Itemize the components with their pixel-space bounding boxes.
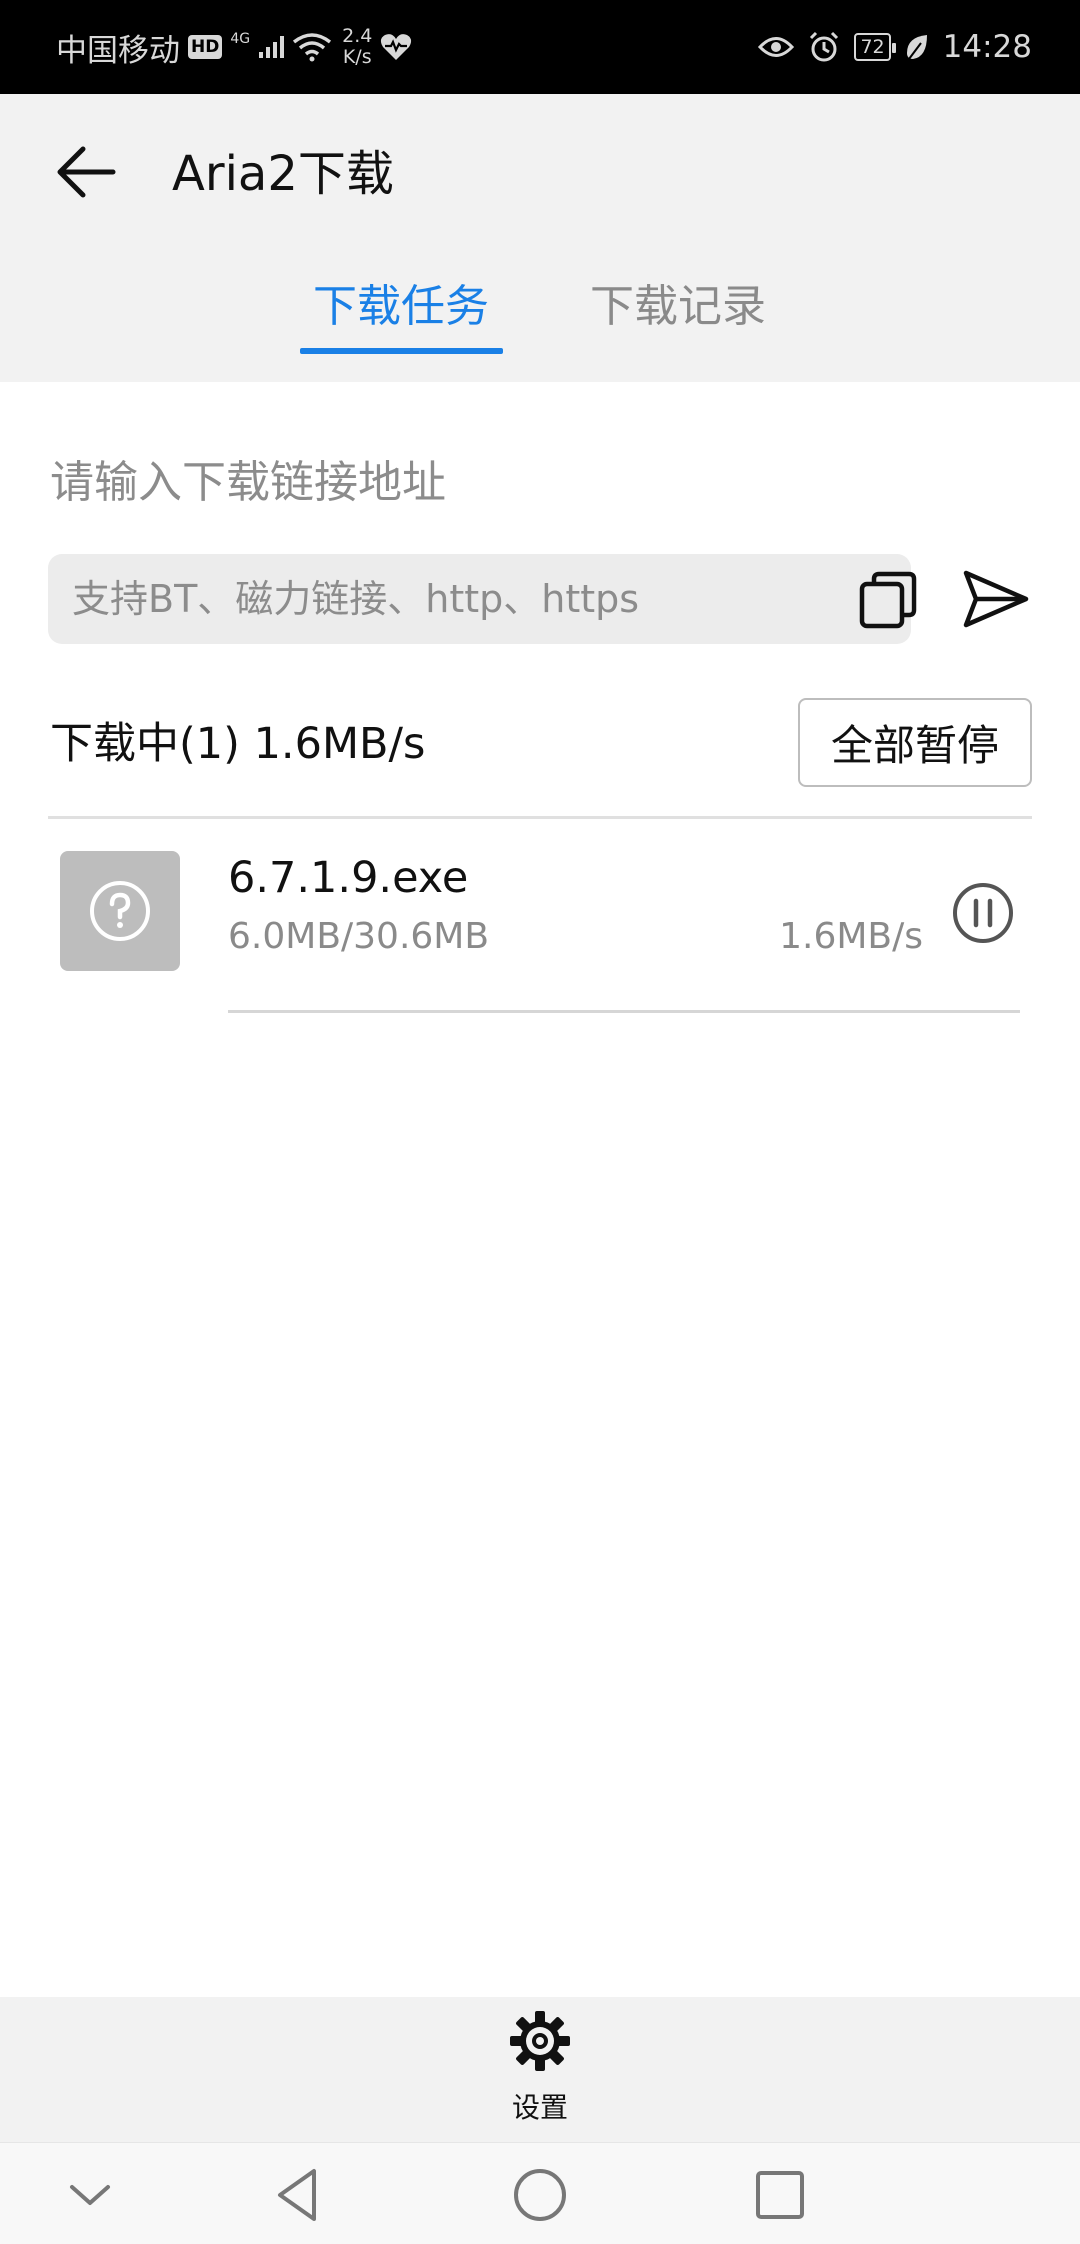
file-thumbnail (60, 851, 180, 971)
active-tab-indicator (300, 348, 503, 354)
status-bar: 中国移动 HD 4G 2.4 K/s 72 14:28 (0, 0, 1080, 94)
pause-icon[interactable] (952, 882, 1014, 944)
divider (228, 1010, 1020, 1013)
network-speed: 2.4 K/s (342, 26, 372, 68)
task-file-name: 6.7.1.9.exe (228, 853, 469, 903)
pause-all-button[interactable]: 全部暂停 (798, 698, 1032, 787)
divider (48, 816, 1032, 819)
page-title: Aria2下载 (172, 146, 394, 202)
clock-time: 14:28 (942, 29, 1032, 65)
system-nav-bar (0, 2142, 1080, 2244)
alarm-icon (810, 31, 839, 62)
chevron-down-icon[interactable] (62, 2167, 118, 2223)
tab-download-history[interactable]: 下载记录 (590, 280, 766, 334)
task-progress-text: 6.0MB/30.6MB (228, 916, 490, 957)
network-speed-value: 2.4 (342, 25, 373, 47)
back-arrow-icon (57, 146, 116, 198)
status-bar-left: 中国移动 HD 4G 2.4 K/s (56, 0, 412, 94)
unknown-file-icon (90, 881, 150, 941)
download-task-item[interactable]: 6.7.1.9.exe 6.0MB/30.6MB 1.6MB/s (0, 820, 1080, 1016)
paste-icon[interactable] (858, 570, 918, 630)
nav-back-icon[interactable] (272, 2167, 328, 2223)
status-bar-right: 72 14:28 (758, 0, 1032, 94)
battery-indicator: 72 (854, 33, 896, 61)
signal-icon (259, 36, 285, 58)
heart-rate-icon (381, 34, 412, 60)
url-input-container (48, 554, 917, 644)
settings-label: 设置 (511, 2091, 568, 2124)
leaf-icon (906, 35, 927, 60)
send-icon[interactable] (960, 565, 1032, 633)
gear-icon (510, 2011, 570, 2071)
tab-download-tasks[interactable]: 下载任务 (313, 280, 489, 334)
url-input[interactable] (72, 554, 832, 644)
downloading-summary: 下载中(1) 1.6MB/s (50, 719, 426, 769)
nav-recents-icon[interactable] (752, 2167, 808, 2223)
task-speed: 1.6MB/s (779, 916, 923, 957)
settings-button[interactable]: 设置 (490, 2009, 590, 2134)
back-button[interactable] (50, 136, 122, 208)
url-input-hint: 请输入下载链接地址 (50, 457, 446, 508)
nav-home-icon[interactable] (512, 2167, 568, 2223)
wifi-icon (293, 33, 332, 62)
app-header: Aria2下载 下载任务 下载记录 (0, 94, 1080, 382)
eye-comfort-icon (758, 37, 795, 57)
carrier-name: 中国移动 (56, 32, 180, 69)
network-speed-unit: K/s (342, 46, 372, 68)
bottom-toolbar: 设置 (0, 1997, 1080, 2142)
hd-badge: HD (188, 35, 223, 59)
network-type-label: 4G (230, 31, 251, 47)
